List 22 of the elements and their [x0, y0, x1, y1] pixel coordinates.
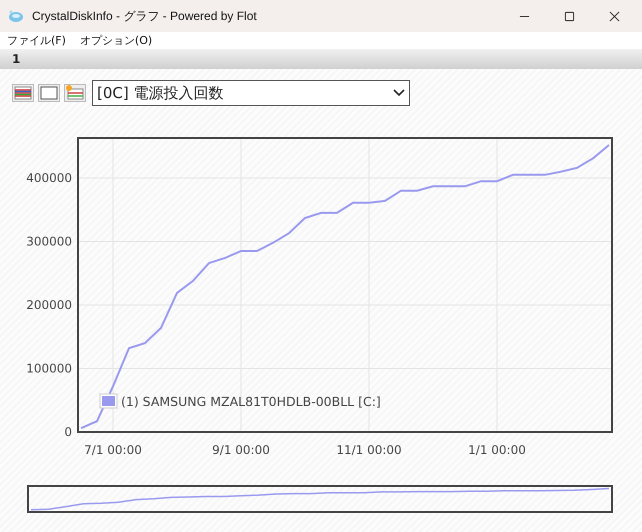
- y-tick-label: 0: [64, 425, 72, 439]
- y-tick-label: 100000: [26, 362, 72, 376]
- x-tick-label: 7/1 00:00: [84, 443, 142, 457]
- x-tick-label: 1/1 00:00: [468, 443, 526, 457]
- menu-item[interactable]: オプション(O): [80, 33, 152, 48]
- chevron-down-icon[interactable]: [393, 89, 405, 97]
- window-title: CrystalDiskInfo - グラフ - Powered by Flot: [32, 8, 258, 24]
- app-icon: [8, 8, 24, 24]
- attribute-dropdown[interactable]: [0C] 電源投入回数: [92, 80, 410, 106]
- maximize-icon[interactable]: [564, 10, 575, 22]
- menu-item[interactable]: ファイル(F): [7, 33, 66, 48]
- x-tick-label: 11/1 00:00: [336, 443, 402, 457]
- multi-graph-icon[interactable]: [12, 84, 34, 102]
- sun-graph-icon[interactable]: [64, 84, 86, 102]
- legend-label: (1) SAMSUNG MZAL81T0HDLB-00BLL [C:]: [121, 394, 381, 409]
- y-tick-label: 400000: [26, 171, 72, 185]
- y-tick-label: 200000: [26, 298, 72, 312]
- x-tick-label: 9/1 00:00: [212, 443, 270, 457]
- tab[interactable]: 1: [12, 52, 20, 66]
- y-tick-label: 300000: [26, 234, 72, 248]
- blank-window-icon[interactable]: [38, 84, 60, 102]
- close-icon[interactable]: [609, 10, 620, 22]
